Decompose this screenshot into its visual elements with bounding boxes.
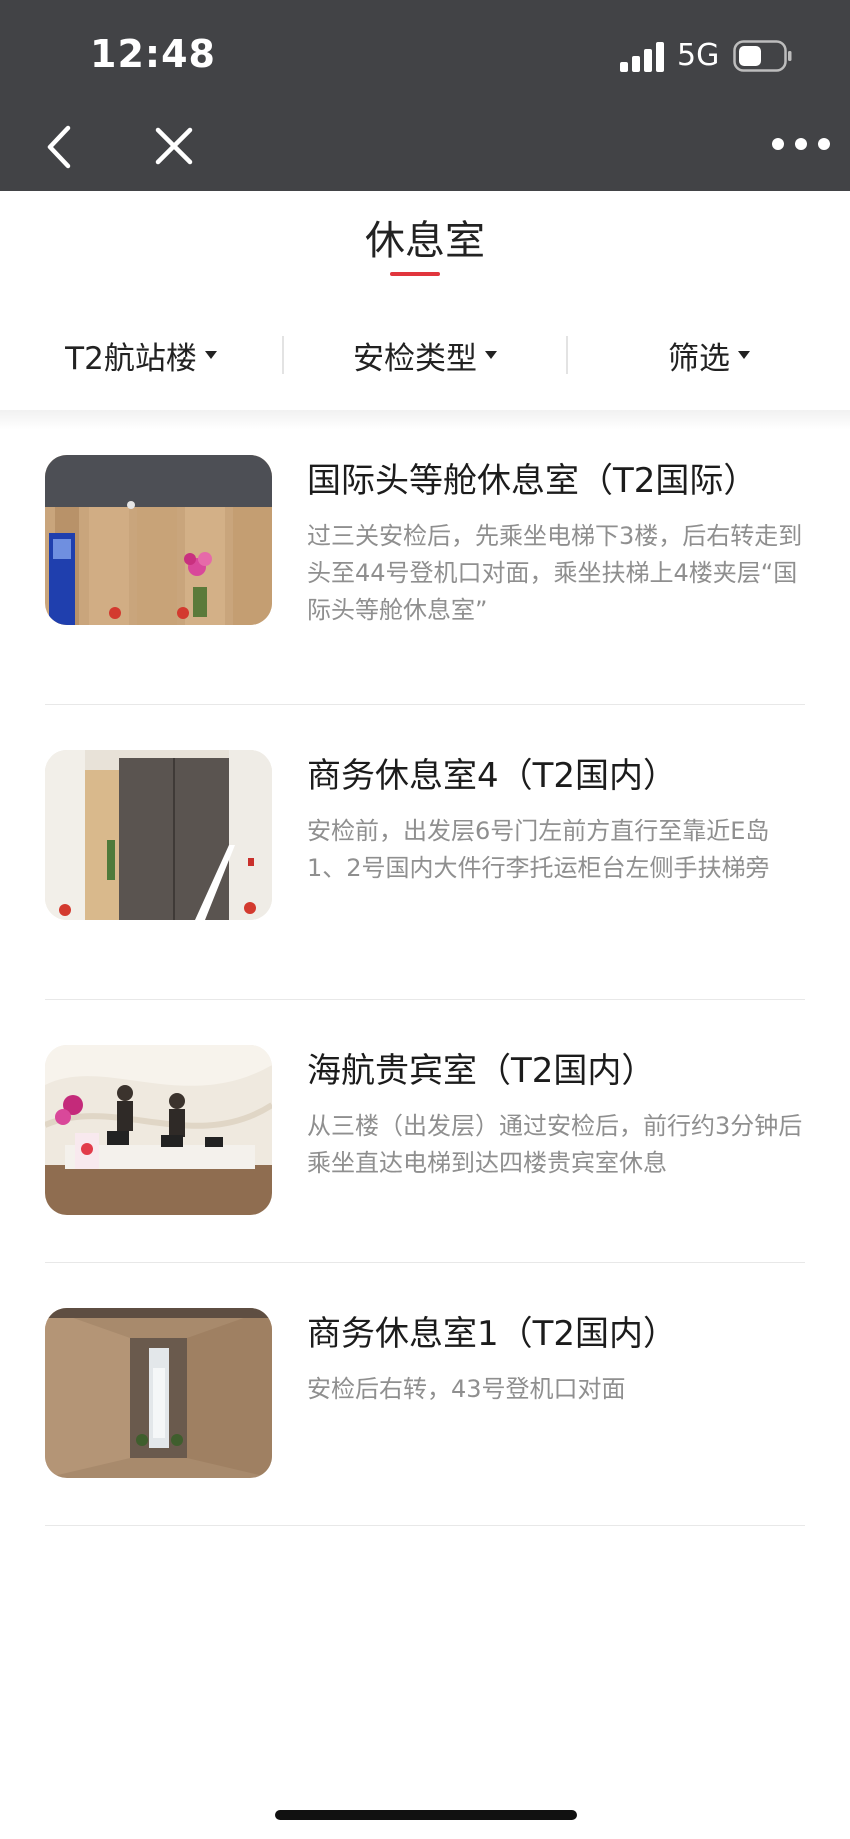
lounge-photo-business-4 (45, 750, 272, 920)
cellular-signal-icon (620, 42, 664, 72)
filter-more-label: 筛选 (668, 340, 730, 377)
lounge-name: 商务休息室4（T2国内） (307, 756, 678, 796)
lounge-name: 商务休息室1（T2国内） (307, 1314, 678, 1354)
caret-down-icon (485, 351, 497, 359)
page-title: 休息室 (365, 218, 485, 264)
filter-terminal[interactable]: T2航站楼 (0, 300, 282, 410)
lounge-name: 海航贵宾室（T2国内） (307, 1051, 656, 1091)
lounge-description: 安检后右转，43号登机口对面 (307, 1375, 626, 1403)
filter-terminal-label: T2航站楼 (65, 340, 197, 377)
lounge-item[interactable]: 商务休息室4（T2国内） 安检前，出发层6号门左前方直行至靠近E岛1、2号国内大… (0, 705, 850, 1000)
caret-down-icon (738, 351, 750, 359)
network-type: 5G (677, 38, 720, 73)
lounge-photo-business-1 (45, 1308, 272, 1478)
filter-more[interactable]: 筛选 (568, 300, 850, 410)
lounge-photo-first-class (45, 455, 272, 625)
title-underline (390, 272, 440, 276)
lounge-description: 从三楼（出发层）通过安检后，前行约3分钟后乘坐直达电梯到达四楼贵宾室休息 (307, 1112, 803, 1177)
back-chevron-icon[interactable] (38, 122, 82, 172)
lounge-photo-hna (45, 1045, 272, 1215)
lounge-name: 国际头等舱休息室（T2国际） (307, 461, 758, 501)
home-indicator (275, 1810, 577, 1820)
filter-shadow (0, 410, 850, 430)
lounge-description: 安检前，出发层6号门左前方直行至靠近E岛1、2号国内大件行李托运柜台左侧手扶梯旁 (307, 817, 770, 882)
list-divider (45, 1525, 805, 1526)
filter-security-type[interactable]: 安检类型 (284, 300, 566, 410)
lounge-list: 国际头等舱休息室（T2国际） 过三关安检后，先乘坐电梯下3楼，后右转走到头至44… (0, 430, 850, 1526)
lounge-item[interactable]: 商务休息室1（T2国内） 安检后右转，43号登机口对面 (0, 1263, 850, 1526)
lounge-item[interactable]: 海航贵宾室（T2国内） 从三楼（出发层）通过安检后，前行约3分钟后乘坐直达电梯到… (0, 1000, 850, 1263)
status-time: 12:48 (90, 32, 216, 76)
battery-icon (733, 40, 792, 72)
top-bar: 12:48 5G (0, 0, 850, 191)
filter-security-type-label: 安检类型 (353, 340, 477, 377)
lounge-description: 过三关安检后，先乘坐电梯下3楼，后右转走到头至44号登机口对面，乘坐扶梯上4楼夹… (307, 522, 803, 624)
lounge-item[interactable]: 国际头等舱休息室（T2国际） 过三关安检后，先乘坐电梯下3楼，后右转走到头至44… (0, 430, 850, 705)
caret-down-icon (204, 351, 217, 359)
more-dots-icon[interactable] (768, 128, 834, 160)
filter-bar: T2航站楼 安检类型 筛选 (0, 300, 850, 410)
close-icon[interactable] (150, 122, 198, 170)
